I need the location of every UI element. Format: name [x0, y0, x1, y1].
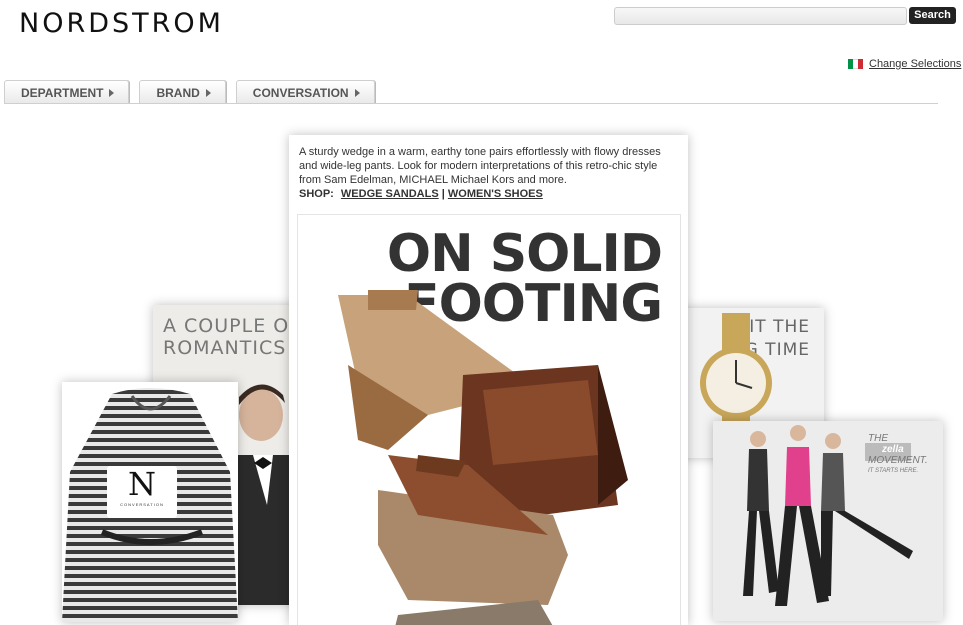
feature-card: A sturdy wedge in a warm, earthy tone pa…: [289, 135, 688, 625]
badge-letter: N: [128, 465, 156, 503]
zella-line2: MOVEMENT.: [868, 455, 928, 466]
zella-card[interactable]: THE zella MOVEMENT. IT STARTS HERE.: [713, 421, 943, 621]
zella-logo: THE zella MOVEMENT. IT STARTS HERE.: [868, 433, 928, 477]
wedge-shoes-image: [338, 290, 628, 625]
italy-flag-icon: [848, 59, 863, 69]
shop-separator: |: [441, 188, 445, 200]
conversation-badge: N CONVERSATION: [107, 466, 177, 518]
tab-label: DEPARTMENT: [21, 85, 104, 100]
caret-right-icon: [205, 88, 211, 97]
badge-caption: CONVERSATION: [120, 502, 164, 507]
feature-image-frame[interactable]: ON SOLID FOOTING: [297, 214, 681, 625]
tab-conversation[interactable]: CONVERSATION: [235, 80, 375, 104]
wedge-sandals-link[interactable]: WEDGE SANDALS: [341, 188, 439, 200]
tab-label: BRAND: [156, 85, 200, 100]
zella-brand: zella: [882, 444, 904, 455]
womens-shoes-link[interactable]: WOMEN'S SHOES: [448, 188, 543, 200]
search-input[interactable]: [614, 7, 907, 25]
search-button[interactable]: Search: [909, 7, 956, 24]
tab-label: CONVERSATION: [252, 85, 349, 100]
tab-divider: [4, 103, 938, 104]
change-selections-link[interactable]: Change Selections: [869, 58, 961, 70]
zella-line3: IT STARTS HERE.: [868, 468, 919, 474]
zella-line1: THE: [868, 433, 888, 444]
nav-tabs: DEPARTMENT BRAND CONVERSATION: [4, 80, 375, 104]
caret-right-icon: [109, 88, 115, 97]
feature-description: A sturdy wedge in a warm, earthy tone pa…: [299, 146, 661, 186]
conversation-card[interactable]: N CONVERSATION: [62, 382, 238, 622]
tab-department[interactable]: DEPARTMENT: [4, 80, 130, 104]
shop-links: SHOP: WEDGE SANDALS | WOMEN'S SHOES: [299, 188, 543, 200]
shop-label: SHOP:: [299, 188, 334, 200]
tab-brand[interactable]: BRAND: [139, 80, 226, 104]
nordstrom-logo[interactable]: NORDSTROM: [19, 8, 224, 39]
caret-right-icon: [354, 88, 360, 97]
